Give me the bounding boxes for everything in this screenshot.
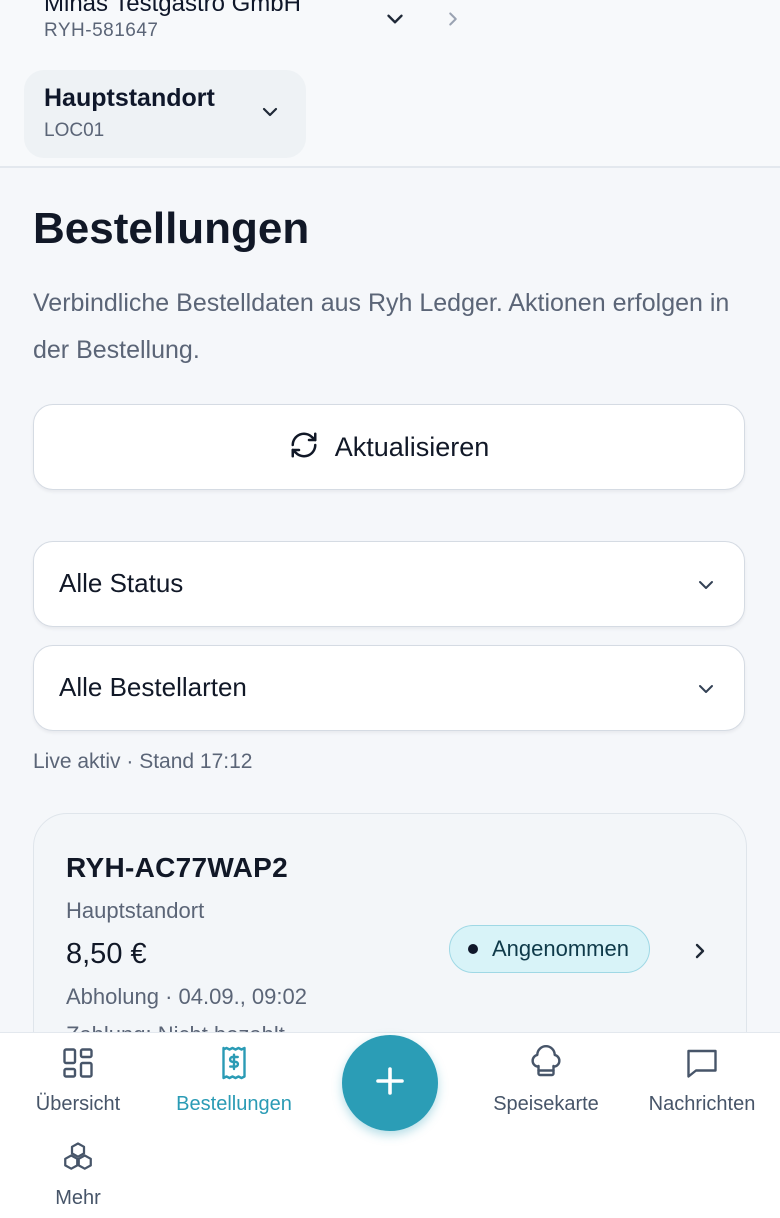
order-type-filter-select[interactable]: Alle Bestellarten <box>33 645 745 731</box>
add-order-button[interactable] <box>342 1035 438 1131</box>
chevron-right-icon[interactable] <box>442 6 464 37</box>
grid-icon <box>0 1045 156 1081</box>
chevron-down-icon <box>694 677 718 706</box>
status-badge: Angenommen <box>449 925 650 973</box>
nav-item-overview[interactable]: Übersicht <box>0 1045 156 1116</box>
nav-item-orders[interactable]: Bestellungen <box>156 1045 312 1116</box>
plus-icon <box>372 1063 408 1104</box>
nav-label: Mehr <box>55 1187 101 1209</box>
refresh-icon <box>289 430 319 465</box>
status-filter-value: Alle Status <box>59 568 184 598</box>
app-header: Minas Testgastro GmbH RYH-581647 Hauptst… <box>0 0 780 168</box>
order-price: 8,50 € <box>66 938 147 970</box>
message-icon <box>624 1045 780 1081</box>
page-title: Bestellungen <box>33 204 310 253</box>
location-code: LOC01 <box>44 120 105 141</box>
organization-name: Minas Testgastro GmbH <box>44 0 301 17</box>
status-dot-icon <box>468 944 478 954</box>
location-switcher[interactable]: Hauptstandort LOC01 <box>24 70 306 158</box>
nav-label: Speisekarte <box>493 1093 599 1115</box>
nav-item-menu[interactable]: Speisekarte <box>468 1045 624 1116</box>
chef-hat-icon <box>468 1045 624 1081</box>
order-location: Hauptstandort <box>66 898 205 923</box>
chevron-down-icon <box>258 100 282 129</box>
chevron-down-icon[interactable] <box>382 6 408 37</box>
refresh-label: Aktualisieren <box>334 431 490 462</box>
location-name: Hauptstandort <box>44 84 215 112</box>
nav-item-more[interactable]: Mehr <box>0 1139 156 1210</box>
status-badge-label: Angenommen <box>492 936 629 961</box>
live-status: Live aktiv · Stand 17:12 <box>33 750 253 773</box>
receipt-icon <box>156 1045 312 1081</box>
order-id: RYH-AC77WAP2 <box>66 852 288 883</box>
nav-label: Übersicht <box>35 1093 121 1115</box>
nav-label: Nachrichten <box>648 1093 756 1115</box>
organization-switcher[interactable]: Minas Testgastro GmbH RYH-581647 <box>44 0 301 42</box>
bottom-navigation: Übersicht Bestellungen Speisekarte Nachr… <box>0 1032 780 1218</box>
organization-id: RYH-581647 <box>44 20 159 41</box>
nav-item-messages[interactable]: Nachrichten <box>624 1045 780 1116</box>
order-type-filter-value: Alle Bestellarten <box>59 672 247 702</box>
refresh-button[interactable]: Aktualisieren <box>33 404 745 490</box>
status-filter-select[interactable]: Alle Status <box>33 541 745 627</box>
page-subtitle: Verbindliche Bestelldaten aus Ryh Ledger… <box>33 289 730 364</box>
chevron-right-icon <box>688 938 712 969</box>
boxes-icon <box>0 1139 156 1175</box>
order-type-time: Abholung · 04.09., 09:02 <box>66 984 307 1009</box>
nav-label: Bestellungen <box>176 1093 292 1115</box>
chevron-down-icon <box>694 573 718 602</box>
